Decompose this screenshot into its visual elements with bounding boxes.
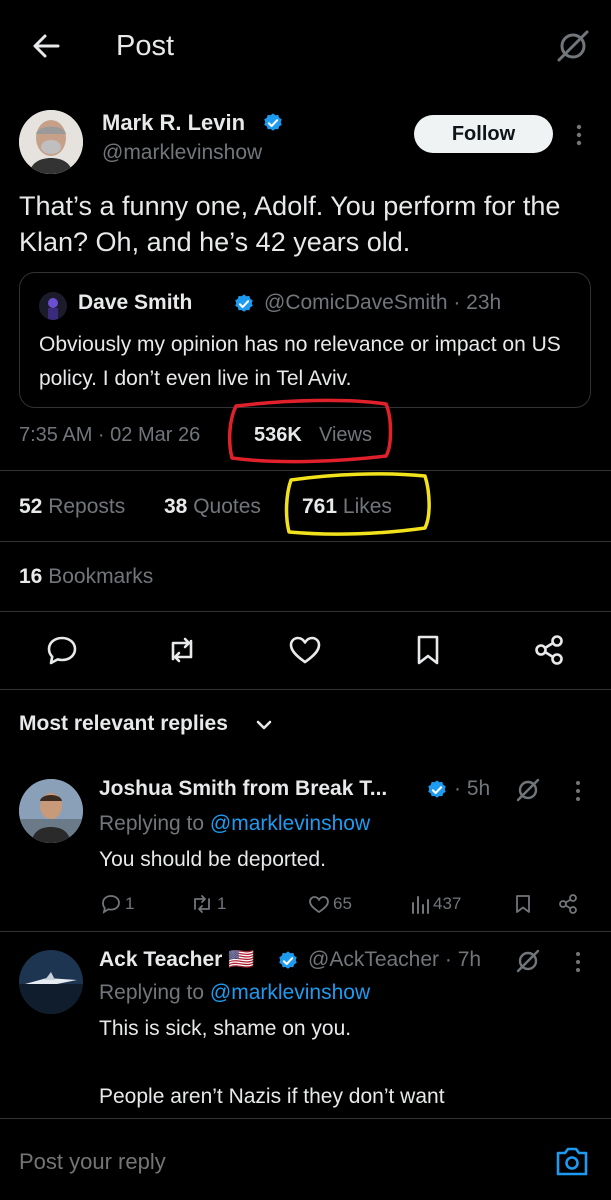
follow-button[interactable]: Follow bbox=[414, 115, 553, 153]
reply-count: 1 bbox=[125, 894, 135, 913]
replying-to-prefix: Replying to bbox=[99, 812, 205, 835]
reply-bookmark-action[interactable] bbox=[513, 893, 533, 915]
reposts-stat[interactable]: 52 Reposts bbox=[19, 495, 125, 519]
page-title: Post bbox=[116, 30, 175, 62]
yellow-annotation-circle bbox=[284, 472, 431, 536]
quotes-count: 38 bbox=[164, 495, 188, 518]
verified-badge-icon bbox=[233, 293, 255, 315]
red-annotation-circle bbox=[227, 398, 393, 464]
replying-to-prefix: Replying to bbox=[99, 981, 205, 1004]
reply-handle-time: @AckTeacher · 7h bbox=[308, 948, 482, 971]
author-name[interactable]: Mark R. Levin bbox=[102, 110, 245, 136]
chevron-down-icon[interactable] bbox=[253, 714, 275, 736]
like-count: 65 bbox=[333, 894, 352, 913]
analytics-icon bbox=[412, 896, 429, 914]
quoted-author-handle-time: @ComicDaveSmith · 23h bbox=[264, 291, 502, 314]
replying-to: Replying to @marklevinshow bbox=[99, 812, 370, 836]
like-heart-icon bbox=[309, 896, 329, 914]
verified-badge-icon bbox=[262, 112, 284, 134]
reply-icon[interactable] bbox=[44, 632, 80, 668]
divider bbox=[0, 541, 611, 542]
share-icon bbox=[559, 894, 577, 914]
replying-to-handle[interactable]: @marklevinshow bbox=[210, 812, 370, 835]
bookmark-icon bbox=[516, 895, 530, 913]
reply-reply-action[interactable]: 1 bbox=[100, 893, 134, 915]
divider bbox=[0, 689, 611, 690]
grok-icon[interactable] bbox=[514, 947, 542, 975]
bookmarks-stat[interactable]: 16 Bookmarks bbox=[19, 565, 153, 589]
reposts-count: 52 bbox=[19, 495, 43, 518]
divider bbox=[0, 611, 611, 612]
grok-icon[interactable] bbox=[553, 26, 593, 66]
back-arrow-icon[interactable] bbox=[28, 28, 64, 64]
quotes-label: Quotes bbox=[193, 495, 261, 518]
more-options-icon[interactable] bbox=[570, 779, 586, 803]
reply-input[interactable] bbox=[19, 1149, 499, 1175]
share-icon[interactable] bbox=[531, 632, 567, 668]
reply-views-action[interactable]: 437 bbox=[410, 893, 461, 915]
reply-text: This is sick, shame on you. People aren’… bbox=[99, 1017, 445, 1108]
replying-to: Replying to @marklevinshow bbox=[99, 981, 370, 1005]
more-options-icon[interactable] bbox=[570, 950, 586, 974]
reply-time: · 5h bbox=[454, 777, 491, 800]
grok-icon[interactable] bbox=[514, 776, 542, 804]
quoted-post-card[interactable]: Dave Smith @ComicDaveSmith · 23h Obvious… bbox=[19, 272, 591, 408]
quoted-post-text: Obviously my opinion has no relevance or… bbox=[39, 333, 561, 390]
reply-author-name-text: Ack Teacher bbox=[99, 948, 223, 971]
reply-author-name[interactable]: Ack Teacher 🇺🇸 bbox=[99, 948, 254, 972]
verified-badge-icon bbox=[426, 779, 448, 801]
replying-to-handle[interactable]: @marklevinshow bbox=[210, 981, 370, 1004]
bookmarks-label: Bookmarks bbox=[48, 565, 154, 588]
top-bar: Post bbox=[0, 0, 611, 95]
replies-sort-label[interactable]: Most relevant replies bbox=[19, 712, 228, 736]
reply-repost-action[interactable]: 1 bbox=[190, 893, 226, 915]
quoted-author-name: Dave Smith bbox=[78, 291, 193, 314]
like-heart-icon[interactable] bbox=[287, 632, 323, 668]
bookmark-icon[interactable] bbox=[410, 632, 446, 668]
reposts-label: Reposts bbox=[48, 495, 126, 518]
reply-avatar[interactable] bbox=[19, 779, 83, 843]
flag-icon: 🇺🇸 bbox=[228, 948, 255, 971]
post-timestamp: 7:35 AM · 02 Mar 26 bbox=[19, 424, 201, 446]
repost-icon[interactable] bbox=[164, 632, 200, 668]
reply-icon bbox=[102, 895, 120, 914]
reply-avatar[interactable] bbox=[19, 950, 83, 1014]
camera-icon[interactable] bbox=[554, 1144, 590, 1178]
more-options-icon[interactable] bbox=[569, 122, 589, 148]
reply-like-action[interactable]: 65 bbox=[308, 893, 352, 915]
reply-author-name[interactable]: Joshua Smith from Break T... bbox=[99, 777, 387, 801]
reply-text: You should be deported. bbox=[99, 848, 326, 871]
reply-share-action[interactable] bbox=[557, 893, 579, 915]
bookmarks-count: 16 bbox=[19, 565, 43, 588]
post-text: That’s a funny one, Adolf. You perform f… bbox=[19, 191, 561, 257]
author-avatar[interactable] bbox=[19, 110, 83, 174]
views-count: 437 bbox=[433, 894, 462, 913]
divider bbox=[0, 931, 611, 932]
repost-count: 1 bbox=[217, 894, 227, 913]
quoted-author-avatar bbox=[39, 292, 67, 320]
verified-badge-icon bbox=[277, 950, 299, 972]
repost-icon bbox=[194, 895, 210, 913]
quotes-stat[interactable]: 38 Quotes bbox=[164, 495, 261, 519]
author-handle[interactable]: @marklevinshow bbox=[102, 141, 262, 165]
